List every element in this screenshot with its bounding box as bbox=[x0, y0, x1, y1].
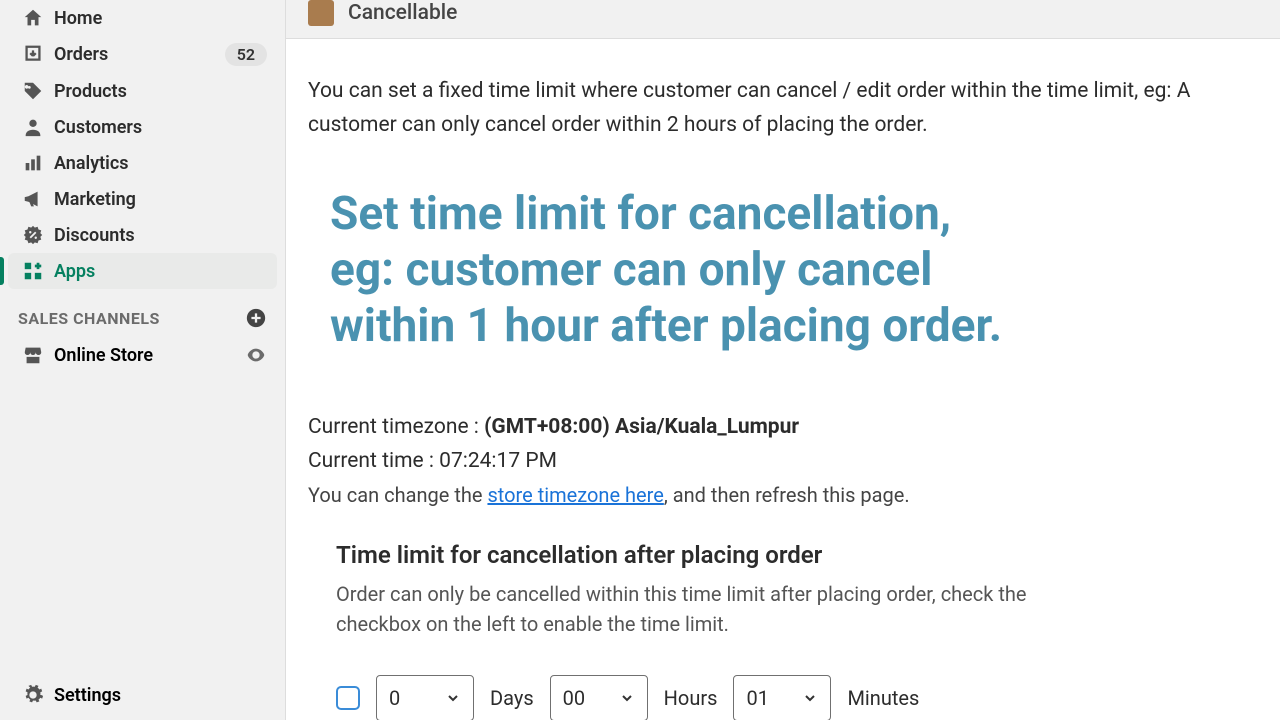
hours-unit: Hours bbox=[664, 686, 718, 710]
channels-header: SALES CHANNELS bbox=[8, 289, 277, 337]
tz-help-pre: You can change the bbox=[308, 483, 487, 507]
gear-icon bbox=[18, 684, 48, 706]
sidebar-item-orders[interactable]: Orders 52 bbox=[8, 36, 277, 73]
days-select[interactable]: 0 bbox=[376, 675, 474, 720]
minutes-unit: Minutes bbox=[847, 686, 919, 710]
channels-header-label: SALES CHANNELS bbox=[18, 309, 160, 328]
settings-label: Settings bbox=[54, 685, 121, 706]
section-title: Time limit for cancellation after placin… bbox=[336, 541, 1258, 569]
intro-text: You can set a fixed time limit where cus… bbox=[308, 75, 1258, 142]
sidebar-item-label: Analytics bbox=[54, 153, 267, 174]
orders-badge: 52 bbox=[225, 43, 267, 66]
app-header: Cancellable bbox=[286, 0, 1280, 39]
hero-line: eg: customer can only cancel bbox=[330, 243, 932, 297]
hero-line: within 1 hour after placing order. bbox=[330, 299, 1002, 353]
app-title: Cancellable bbox=[348, 1, 457, 25]
sidebar: Home Orders 52 Products Customers bbox=[0, 0, 285, 720]
timezone-line: Current timezone : (GMT+08:00) Asia/Kual… bbox=[308, 415, 1258, 439]
time-limit-controls: 0 Days 00 Hours 01 Minutes bbox=[336, 675, 1258, 720]
timezone-help: You can change the store timezone here, … bbox=[308, 483, 1258, 507]
enable-time-limit-checkbox[interactable] bbox=[336, 686, 360, 710]
hours-select[interactable]: 00 bbox=[550, 675, 648, 720]
sidebar-item-analytics[interactable]: Analytics bbox=[8, 145, 277, 181]
time-label: Current time : bbox=[308, 449, 439, 473]
sidebar-item-settings[interactable]: Settings bbox=[8, 674, 277, 716]
timezone-value: (GMT+08:00) Asia/Kuala_Lumpur bbox=[484, 415, 799, 439]
sidebar-item-products[interactable]: Products bbox=[8, 73, 277, 109]
home-icon bbox=[18, 7, 48, 29]
add-channel-icon[interactable] bbox=[245, 307, 267, 329]
orders-icon bbox=[18, 44, 48, 66]
customers-icon bbox=[18, 116, 48, 138]
channel-online-store[interactable]: Online Store bbox=[8, 337, 277, 373]
discounts-icon bbox=[18, 224, 48, 246]
chevron-down-icon bbox=[619, 690, 635, 706]
sidebar-item-apps[interactable]: Apps bbox=[8, 253, 277, 289]
sidebar-item-label: Discounts bbox=[54, 225, 267, 246]
marketing-icon bbox=[18, 188, 48, 210]
section-desc: Order can only be cancelled within this … bbox=[336, 579, 1096, 639]
days-unit: Days bbox=[490, 686, 534, 710]
chevron-down-icon bbox=[802, 690, 818, 706]
minutes-select[interactable]: 01 bbox=[733, 675, 831, 720]
apps-icon bbox=[18, 260, 48, 282]
store-timezone-link[interactable]: store timezone here bbox=[487, 483, 663, 507]
products-icon bbox=[18, 80, 48, 102]
hero-heading: Set time limit for cancellation, eg: cus… bbox=[330, 186, 1258, 354]
sidebar-item-label: Apps bbox=[54, 261, 267, 282]
store-icon bbox=[18, 344, 48, 366]
sidebar-item-discounts[interactable]: Discounts bbox=[8, 217, 277, 253]
sidebar-item-label: Customers bbox=[54, 117, 267, 138]
time-value: 07:24:17 PM bbox=[439, 449, 557, 473]
timezone-label: Current timezone : bbox=[308, 415, 484, 439]
nav: Home Orders 52 Products Customers bbox=[8, 0, 277, 289]
hero-line: Set time limit for cancellation, bbox=[330, 187, 951, 241]
sidebar-item-marketing[interactable]: Marketing bbox=[8, 181, 277, 217]
sidebar-item-customers[interactable]: Customers bbox=[8, 109, 277, 145]
tz-help-post: , and then refresh this page. bbox=[664, 483, 910, 507]
time-line: Current time : 07:24:17 PM bbox=[308, 449, 1258, 473]
chevron-down-icon bbox=[445, 690, 461, 706]
time-limit-section: Time limit for cancellation after placin… bbox=[336, 541, 1258, 720]
sidebar-item-home[interactable]: Home bbox=[8, 0, 277, 36]
sidebar-item-label: Marketing bbox=[54, 189, 267, 210]
view-store-icon[interactable] bbox=[245, 344, 267, 366]
hours-value: 00 bbox=[563, 686, 601, 710]
sidebar-item-label: Orders bbox=[54, 44, 225, 65]
days-value: 0 bbox=[389, 686, 427, 710]
channel-label: Online Store bbox=[54, 345, 245, 366]
sidebar-item-label: Home bbox=[54, 8, 267, 29]
sidebar-item-label: Products bbox=[54, 81, 267, 102]
main: Cancellable You can set a fixed time lim… bbox=[285, 0, 1280, 720]
minutes-value: 01 bbox=[746, 686, 784, 710]
analytics-icon bbox=[18, 152, 48, 174]
app-icon bbox=[308, 0, 334, 26]
